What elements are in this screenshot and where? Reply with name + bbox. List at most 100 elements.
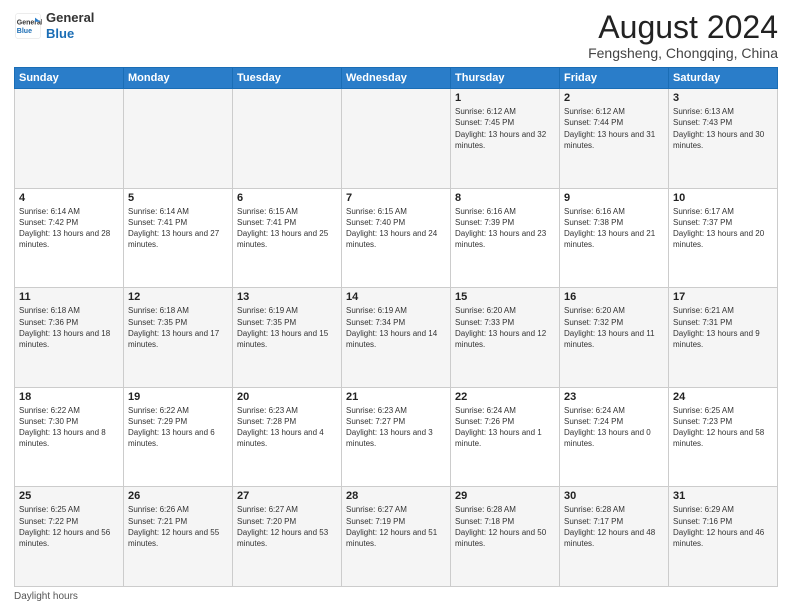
day-info: Sunrise: 6:14 AMSunset: 7:42 PMDaylight:… (19, 206, 119, 251)
calendar-cell: 7Sunrise: 6:15 AMSunset: 7:40 PMDaylight… (342, 188, 451, 288)
day-number: 12 (128, 291, 228, 303)
day-number: 6 (237, 192, 337, 204)
calendar-cell: 17 Sunrise: 6:21 AMSunset: 7:31 PMDayligh… (669, 288, 778, 388)
day-info: Sunrise: 6:20 AMSunset: 7:33 PMDaylight:… (455, 305, 555, 350)
day-number: 24 (673, 391, 773, 403)
calendar-cell: 3Sunrise: 6:13 AMSunset: 7:43 PMDaylight… (669, 89, 778, 189)
day-number: 4 (19, 192, 119, 204)
title-section: August 2024 Fengsheng, Chongqing, China (588, 10, 778, 61)
calendar-cell (124, 89, 233, 189)
day-number: 23 (564, 391, 664, 403)
logo-blue: Blue (46, 26, 94, 42)
day-info: Sunrise: 6:24 AMSunset: 7:24 PMDaylight:… (564, 405, 664, 450)
day-number: 28 (346, 490, 446, 502)
day-number: 9 (564, 192, 664, 204)
day-info: Sunrise: 6:16 AMSunset: 7:39 PMDaylight:… (455, 206, 555, 251)
calendar-header: SundayMondayTuesdayWednesdayThursdayFrid… (15, 68, 778, 89)
day-info: Sunrise: 6:12 AMSunset: 7:45 PMDaylight:… (455, 106, 555, 151)
day-info: Sunrise: 6:16 AMSunset: 7:38 PMDaylight:… (564, 206, 664, 251)
day-number: 19 (128, 391, 228, 403)
day-info: Sunrise: 6:29 AMSunset: 7:16 PMDaylight:… (673, 504, 773, 549)
day-info: Sunrise: 6:28 AMSunset: 7:17 PMDaylight:… (564, 504, 664, 549)
day-info: Sunrise: 6:14 AMSunset: 7:41 PMDaylight:… (128, 206, 228, 251)
calendar-cell: 26 Sunrise: 6:26 AMSunset: 7:21 PMDayligh… (124, 487, 233, 587)
weekday-header: Friday (560, 68, 669, 89)
day-info: Sunrise: 6:25 AMSunset: 7:23 PMDaylight:… (673, 405, 773, 450)
day-info: Sunrise: 6:20 AMSunset: 7:32 PMDaylight:… (564, 305, 664, 350)
day-number: 15 (455, 291, 555, 303)
weekday-header: Monday (124, 68, 233, 89)
day-info: Sunrise: 6:18 AMSunset: 7:36 PMDaylight:… (19, 305, 119, 350)
day-info: Sunrise: 6:19 AMSunset: 7:34 PMDaylight:… (346, 305, 446, 350)
day-number: 17 (673, 291, 773, 303)
calendar-cell: 18Sunrise: 6:22 AMSunset: 7:30 PMDayligh… (15, 387, 124, 487)
day-info: Sunrise: 6:26 AMSunset: 7:21 PMDaylight:… (128, 504, 228, 549)
calendar: SundayMondayTuesdayWednesdayThursdayFrid… (14, 67, 778, 587)
calendar-week: 25Sunrise: 6:25 AMSunset: 7:22 PMDayligh… (15, 487, 778, 587)
calendar-cell: 30 Sunrise: 6:28 AMSunset: 7:17 PMDayligh… (560, 487, 669, 587)
day-info: Sunrise: 6:23 AMSunset: 7:27 PMDaylight:… (346, 405, 446, 450)
day-number: 18 (19, 391, 119, 403)
calendar-cell: 24 Sunrise: 6:25 AMSunset: 7:23 PMDayligh… (669, 387, 778, 487)
day-info: Sunrise: 6:12 AMSunset: 7:44 PMDaylight:… (564, 106, 664, 151)
logo-text: General Blue (46, 10, 94, 41)
calendar-cell: 1 Sunrise: 6:12 AMSunset: 7:45 PMDaylight… (451, 89, 560, 189)
calendar-cell: 14 Sunrise: 6:19 AMSunset: 7:34 PMDayligh… (342, 288, 451, 388)
day-info: Sunrise: 6:18 AMSunset: 7:35 PMDaylight:… (128, 305, 228, 350)
calendar-cell: 5 Sunrise: 6:14 AMSunset: 7:41 PMDaylight… (124, 188, 233, 288)
day-number: 22 (455, 391, 555, 403)
day-number: 26 (128, 490, 228, 502)
day-number: 7 (346, 192, 446, 204)
weekday-header: Sunday (15, 68, 124, 89)
weekday-header: Tuesday (233, 68, 342, 89)
day-number: 14 (346, 291, 446, 303)
footer: Daylight hours (14, 591, 778, 602)
day-number: 1 (455, 92, 555, 104)
day-number: 30 (564, 490, 664, 502)
day-info: Sunrise: 6:17 AMSunset: 7:37 PMDaylight:… (673, 206, 773, 251)
top-section: General Blue General Blue August 2024 Fe… (14, 10, 778, 61)
calendar-body: 1 Sunrise: 6:12 AMSunset: 7:45 PMDaylight… (15, 89, 778, 587)
calendar-cell (15, 89, 124, 189)
day-number: 3 (673, 92, 773, 104)
calendar-week: 11 Sunrise: 6:18 AMSunset: 7:36 PMDayligh… (15, 288, 778, 388)
calendar-cell: 28Sunrise: 6:27 AMSunset: 7:19 PMDayligh… (342, 487, 451, 587)
calendar-cell: 12 Sunrise: 6:18 AMSunset: 7:35 PMDayligh… (124, 288, 233, 388)
day-info: Sunrise: 6:24 AMSunset: 7:26 PMDaylight:… (455, 405, 555, 450)
weekday-header: Wednesday (342, 68, 451, 89)
calendar-cell: 6Sunrise: 6:15 AMSunset: 7:41 PMDaylight… (233, 188, 342, 288)
day-info: Sunrise: 6:27 AMSunset: 7:20 PMDaylight:… (237, 504, 337, 549)
logo-icon: General Blue (14, 12, 42, 40)
day-info: Sunrise: 6:22 AMSunset: 7:29 PMDaylight:… (128, 405, 228, 450)
calendar-cell: 22 Sunrise: 6:24 AMSunset: 7:26 PMDayligh… (451, 387, 560, 487)
day-number: 8 (455, 192, 555, 204)
day-number: 11 (19, 291, 119, 303)
calendar-cell (342, 89, 451, 189)
main-title: August 2024 (588, 10, 778, 45)
subtitle: Fengsheng, Chongqing, China (588, 45, 778, 61)
weekday-header: Thursday (451, 68, 560, 89)
day-number: 13 (237, 291, 337, 303)
calendar-week: 18Sunrise: 6:22 AMSunset: 7:30 PMDayligh… (15, 387, 778, 487)
day-info: Sunrise: 6:21 AMSunset: 7:31 PMDaylight:… (673, 305, 773, 350)
day-number: 5 (128, 192, 228, 204)
calendar-cell: 11 Sunrise: 6:18 AMSunset: 7:36 PMDayligh… (15, 288, 124, 388)
calendar-cell: 16 Sunrise: 6:20 AMSunset: 7:32 PMDayligh… (560, 288, 669, 388)
calendar-cell: 15 Sunrise: 6:20 AMSunset: 7:33 PMDayligh… (451, 288, 560, 388)
day-number: 20 (237, 391, 337, 403)
daylight-label: Daylight hours (14, 591, 78, 602)
calendar-cell: 4 Sunrise: 6:14 AMSunset: 7:42 PMDaylight… (15, 188, 124, 288)
day-number: 25 (19, 490, 119, 502)
day-number: 27 (237, 490, 337, 502)
header-row: SundayMondayTuesdayWednesdayThursdayFrid… (15, 68, 778, 89)
day-number: 16 (564, 291, 664, 303)
day-number: 10 (673, 192, 773, 204)
day-info: Sunrise: 6:19 AMSunset: 7:35 PMDaylight:… (237, 305, 337, 350)
day-number: 2 (564, 92, 664, 104)
calendar-cell: 25Sunrise: 6:25 AMSunset: 7:22 PMDayligh… (15, 487, 124, 587)
calendar-cell (233, 89, 342, 189)
day-number: 29 (455, 490, 555, 502)
calendar-cell: 29Sunrise: 6:28 AMSunset: 7:18 PMDayligh… (451, 487, 560, 587)
page: General Blue General Blue August 2024 Fe… (0, 0, 792, 612)
calendar-week: 1 Sunrise: 6:12 AMSunset: 7:45 PMDaylight… (15, 89, 778, 189)
